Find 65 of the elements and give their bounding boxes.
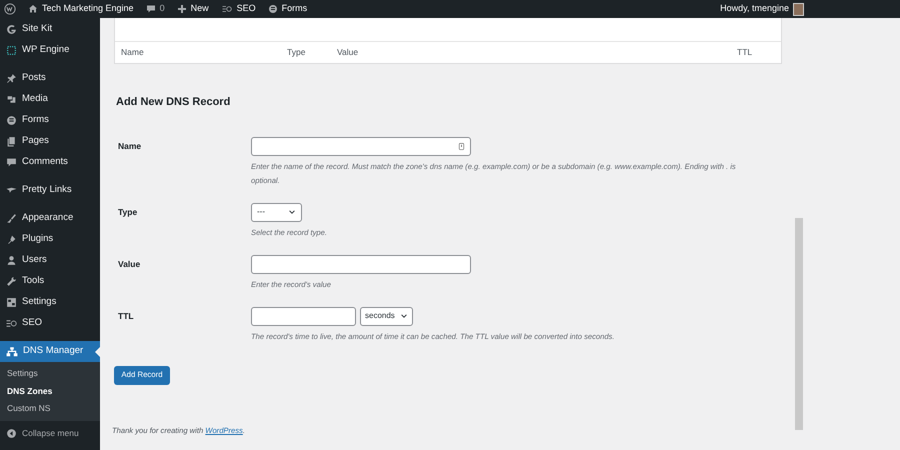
person-icon	[6, 255, 17, 266]
menu-item[interactable]: Forms	[0, 110, 100, 131]
field-label: Name	[117, 140, 142, 152]
menu-item[interactable]: DNS Manager	[0, 341, 100, 362]
brush-icon	[6, 213, 17, 224]
pages-icon	[6, 136, 17, 147]
form-heading: Add New DNS Record	[116, 95, 232, 110]
greeting-link[interactable]: Howdy, tmengine	[720, 2, 789, 16]
text-input[interactable]	[251, 306, 356, 326]
admin-bar-link[interactable]: SEO	[236, 2, 256, 16]
circle-left-icon	[6, 428, 17, 439]
menu-item[interactable]: Site Kit	[0, 19, 100, 40]
new-link[interactable]: New	[190, 2, 209, 16]
field-label: TTL	[117, 310, 135, 322]
menu-item[interactable]: Media	[0, 89, 100, 110]
comment-count[interactable]: 0	[160, 2, 165, 16]
speech-bubble-icon	[6, 157, 17, 168]
seo-icon	[6, 318, 17, 329]
submenu-item[interactable]: DNS Zones	[0, 382, 100, 400]
chevron-down-icon	[288, 208, 296, 216]
column-header: Name	[121, 46, 145, 59]
column-header: Value	[337, 46, 360, 59]
media-icon	[6, 94, 17, 105]
menu-item[interactable]: Tools	[0, 271, 100, 292]
column-header: Type	[287, 46, 306, 59]
settings-icon	[6, 297, 17, 308]
admin-bar-link[interactable]: Forms	[282, 2, 308, 16]
menu-item[interactable]: Posts	[0, 68, 100, 89]
pin-icon	[6, 73, 17, 84]
wordpress-logo-icon	[4, 3, 16, 15]
form-icon	[268, 4, 278, 14]
menu-item[interactable]: Settings	[0, 292, 100, 313]
plus-icon	[176, 4, 187, 14]
scrollbar[interactable]	[795, 218, 803, 430]
text-input[interactable]	[251, 136, 471, 156]
text-input[interactable]	[251, 254, 471, 274]
unit-select[interactable]: seconds	[360, 306, 413, 326]
avatar	[793, 2, 804, 16]
g-letter-icon	[6, 24, 17, 35]
form-icon	[6, 115, 17, 126]
menu-item[interactable]: Appearance	[0, 208, 100, 229]
menu-item[interactable]: Plugins	[0, 229, 100, 250]
speech-bubble-icon	[146, 4, 156, 14]
type-select[interactable]: ---	[251, 202, 302, 222]
menu-item[interactable]: Users	[0, 250, 100, 271]
menu-pointer-icon	[95, 347, 100, 357]
menu-item[interactable]: SEO	[0, 313, 100, 334]
plug-icon	[6, 234, 17, 245]
grid-icon	[6, 45, 17, 56]
seo-icon	[220, 4, 233, 14]
menu-item[interactable]: Pages	[0, 131, 100, 152]
field-label: Type	[117, 206, 138, 219]
sitemap-icon	[6, 346, 18, 358]
field-label: Value	[117, 258, 142, 270]
chevron-down-icon	[400, 312, 408, 320]
home-icon	[28, 4, 38, 14]
column-header: TTL	[737, 46, 754, 59]
collapse-menu-button[interactable]: Collapse menu	[0, 424, 100, 442]
menu-item[interactable]: Pretty Links	[0, 180, 100, 201]
submenu-item[interactable]: Custom NS	[0, 400, 100, 418]
menu-item[interactable]: WP Engine	[0, 40, 100, 61]
site-name-link[interactable]: Tech Marketing Engine	[42, 2, 134, 16]
wrench-icon	[6, 276, 17, 287]
menu-item[interactable]: Comments	[0, 152, 100, 173]
submenu-item[interactable]: Settings	[0, 365, 100, 382]
